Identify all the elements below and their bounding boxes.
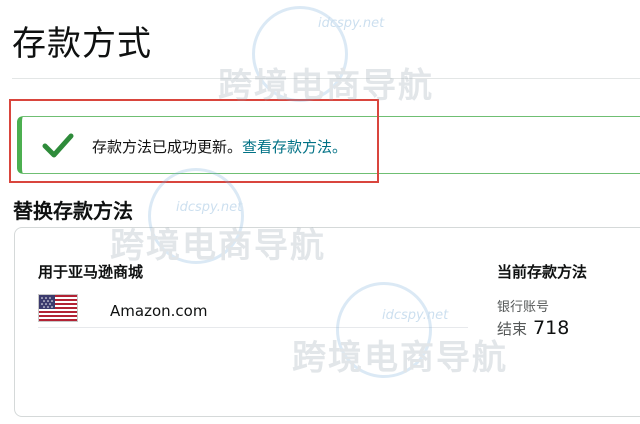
current-method-column-header: 当前存款方法 xyxy=(497,263,588,281)
watermark-url: idcspy.net xyxy=(176,200,243,215)
title-divider xyxy=(12,78,640,79)
ending-label: 结束 xyxy=(497,320,528,338)
watermark-globe-icon xyxy=(252,6,348,102)
watermark-url: idcspy.net xyxy=(318,16,385,31)
page-title: 存款方式 xyxy=(12,24,152,64)
row-divider xyxy=(38,327,468,328)
highlight-annotation-box xyxy=(9,99,379,183)
account-ending: 结束 718 xyxy=(497,317,569,339)
marketplace-column-header: 用于亚马逊商城 xyxy=(38,263,144,281)
us-flag-icon xyxy=(38,294,78,322)
section-title: 替换存款方法 xyxy=(13,199,133,223)
account-type: 银行账号 xyxy=(497,300,550,315)
marketplace-name: Amazon.com xyxy=(110,302,208,320)
deposit-method-card: 用于亚马逊商城 当前存款方法 Amazon.com 银行账号 结束 718 xyxy=(14,227,640,417)
account-ending-digits: 718 xyxy=(533,317,570,339)
